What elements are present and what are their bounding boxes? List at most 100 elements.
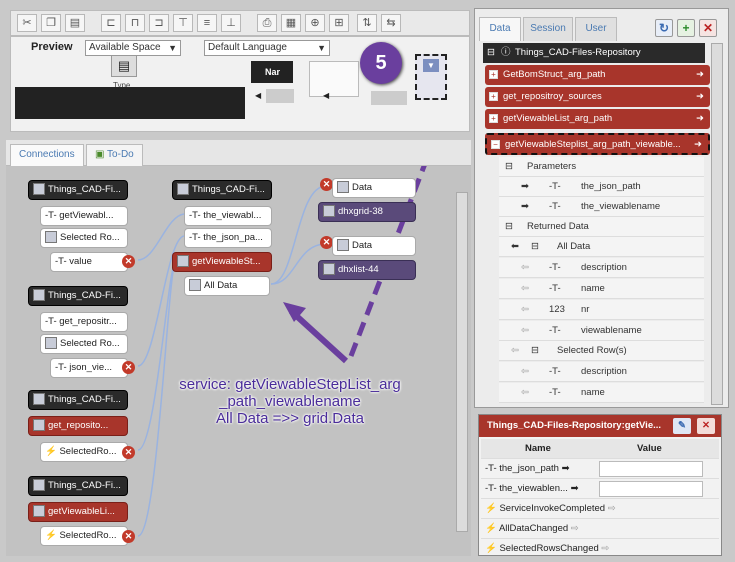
expand-icon[interactable]: + — [489, 92, 498, 101]
collapse-icon[interactable]: ⊟ — [487, 43, 495, 63]
data-node[interactable]: Data — [332, 236, 416, 256]
grid-icon[interactable]: ▦ — [281, 14, 301, 32]
delete-icon[interactable]: ✕ — [122, 530, 135, 543]
tab-data[interactable]: Data — [479, 17, 521, 41]
tab-connections[interactable]: Connections — [10, 144, 84, 166]
scroll-track[interactable] — [266, 89, 294, 103]
service-node[interactable]: Things_CAD-Fi... — [28, 390, 128, 410]
scroll-track[interactable] — [371, 91, 407, 105]
collapse-icon[interactable]: ⊟ — [505, 157, 513, 177]
align-bottom-icon[interactable]: ⊥ — [221, 14, 241, 32]
collapse-icon[interactable]: ⊟ — [531, 341, 539, 361]
event-row[interactable]: ⚡ AllDataChanged ⇨ — [481, 519, 719, 539]
scroll-left-icon[interactable]: ◀ — [323, 91, 329, 100]
widget-node[interactable]: dhxgrid-38 — [318, 202, 416, 222]
value-input[interactable] — [599, 481, 703, 497]
expand-icon[interactable]: + — [489, 114, 498, 123]
text-type-icon: -T- — [549, 366, 561, 377]
align-center-icon[interactable]: ⊓ — [125, 14, 145, 32]
event-row[interactable]: ⚡ ServiceInvokeCompleted ⇨ — [481, 499, 719, 519]
event-node[interactable]: ⚡ SelectedRo... — [40, 442, 128, 462]
vertical-spacing-icon[interactable]: ⇅ — [357, 14, 377, 32]
entity-root[interactable]: ⊟ ⓘ Things_CAD-Files-Repository — [483, 43, 705, 63]
returned-data-group[interactable]: ⊟ Returned Data — [499, 217, 704, 237]
selected-widget[interactable]: ▼ — [415, 54, 447, 100]
service-item[interactable]: + GetBomStruct_arg_path ➜ — [485, 65, 710, 85]
service-call-node[interactable]: getViewableSt... — [172, 252, 272, 272]
event-node[interactable]: ⚡ SelectedRo... — [40, 526, 128, 546]
scroll-left-icon[interactable]: ◀ — [255, 91, 261, 100]
props-header-row: Name Value — [481, 439, 719, 459]
delete-icon[interactable]: ✕ — [122, 255, 135, 268]
field-item[interactable]: ⇦ -T-name — [499, 279, 704, 299]
tab-session[interactable]: Session — [523, 17, 573, 41]
copy-icon[interactable]: ❐ — [41, 14, 61, 32]
service-node[interactable]: Things_CAD-Fi... — [172, 180, 272, 200]
parameters-group[interactable]: ⊟ Parameters — [499, 157, 704, 177]
service-node[interactable]: Things_CAD-Fi... — [28, 286, 128, 306]
selected-rows-item[interactable]: ⇦ ⊟ Selected Row(s) — [499, 341, 704, 361]
service-call-node[interactable]: get_reposito... — [28, 416, 128, 436]
align-left-icon[interactable]: ⊏ — [101, 14, 121, 32]
align-right-icon[interactable]: ⊐ — [149, 14, 169, 32]
service-call-node[interactable]: getViewableLi... — [28, 502, 128, 522]
all-data-node[interactable]: All Data — [184, 276, 270, 296]
tab-user[interactable]: User — [575, 17, 617, 41]
field-item[interactable]: ⇦ -T-viewablename — [499, 321, 704, 341]
space-select[interactable]: Available Space ▼ — [85, 40, 181, 56]
param-node[interactable]: -T- the_viewabl... — [184, 206, 272, 226]
field-item[interactable]: ⇦ -T-name — [499, 383, 704, 403]
collapse-icon[interactable]: ⊟ — [505, 217, 513, 237]
prop-row[interactable]: -T- the_viewablen... ➡ — [481, 479, 719, 499]
align-middle-icon[interactable]: ≡ — [197, 14, 217, 32]
param-item[interactable]: ➡ -T-the_json_path — [499, 177, 704, 197]
event-row[interactable]: ⚡ SelectedRowsChanged ⇨ — [481, 539, 719, 559]
service-node[interactable]: Things_CAD-Fi... — [28, 180, 128, 200]
expand-icon[interactable]: + — [489, 70, 498, 79]
close-icon[interactable]: ✕ — [697, 418, 715, 434]
tree-scrollbar[interactable] — [711, 43, 723, 405]
align-top-icon[interactable]: ⊤ — [173, 14, 193, 32]
layout-icon[interactable]: ⊞ — [329, 14, 349, 32]
param-node[interactable]: -T- get_repositr... — [40, 312, 128, 332]
prop-row[interactable]: -T- the_json_path ➡ — [481, 459, 719, 479]
canvas-scrollbar[interactable] — [456, 192, 468, 532]
param-node[interactable]: -T- the_json_pa... — [184, 228, 272, 248]
value-input[interactable] — [599, 461, 703, 477]
paste-icon[interactable]: ▤ — [65, 14, 85, 32]
selected-rows-node[interactable]: Selected Ro... — [40, 228, 128, 248]
delete-icon[interactable]: ✕ — [122, 361, 135, 374]
cut-icon[interactable]: ✂ — [17, 14, 37, 32]
add-icon[interactable]: + — [677, 19, 695, 37]
delete-icon[interactable]: ✕ — [122, 446, 135, 459]
field-item[interactable]: ⇦ -T-description — [499, 258, 704, 278]
value-node[interactable]: -T- json_vie... — [50, 358, 128, 378]
chevron-down-icon[interactable]: ▼ — [423, 59, 439, 72]
service-item[interactable]: + get_repositroy_sources ➜ — [485, 87, 710, 107]
service-item-selected[interactable]: − getViewableSteplist_arg_path_viewable..… — [485, 133, 710, 155]
widget-node[interactable]: dhxlist-44 — [318, 260, 416, 280]
param-item[interactable]: ➡ -T-the_viewablename — [499, 197, 704, 217]
refresh-icon[interactable]: ↻ — [655, 19, 673, 37]
print-icon[interactable]: ⎙ — [257, 14, 277, 32]
horizontal-spacing-icon[interactable]: ⇆ — [381, 14, 401, 32]
close-icon[interactable]: ✕ — [699, 19, 717, 37]
param-node[interactable]: -T- getViewabl... — [40, 206, 128, 226]
tab-todo[interactable]: ▣ To-Do — [86, 144, 143, 166]
field-item[interactable]: ⇦ -T-description — [499, 362, 704, 382]
collapse-icon[interactable]: − — [491, 140, 500, 149]
value-node[interactable]: -T- value — [50, 252, 128, 272]
arrow-left-icon: ⇦ — [511, 345, 519, 356]
widget-icon[interactable]: ▤ — [111, 55, 137, 77]
text-type-icon: -T- — [55, 256, 70, 267]
field-item[interactable]: ⇦ 123 nr — [499, 300, 704, 320]
target-icon[interactable]: ⊕ — [305, 14, 325, 32]
data-node[interactable]: Data — [332, 178, 416, 198]
all-data-item[interactable]: ⬅ ⊟ All Data — [499, 237, 704, 257]
language-select[interactable]: Default Language ▼ — [204, 40, 330, 56]
selected-rows-node[interactable]: Selected Ro... — [40, 334, 128, 354]
collapse-icon[interactable]: ⊟ — [531, 237, 539, 257]
settings-icon[interactable]: ✎ — [673, 418, 691, 434]
service-item[interactable]: + getViewableList_arg_path ➜ — [485, 109, 710, 129]
service-node[interactable]: Things_CAD-Fi... — [28, 476, 128, 496]
